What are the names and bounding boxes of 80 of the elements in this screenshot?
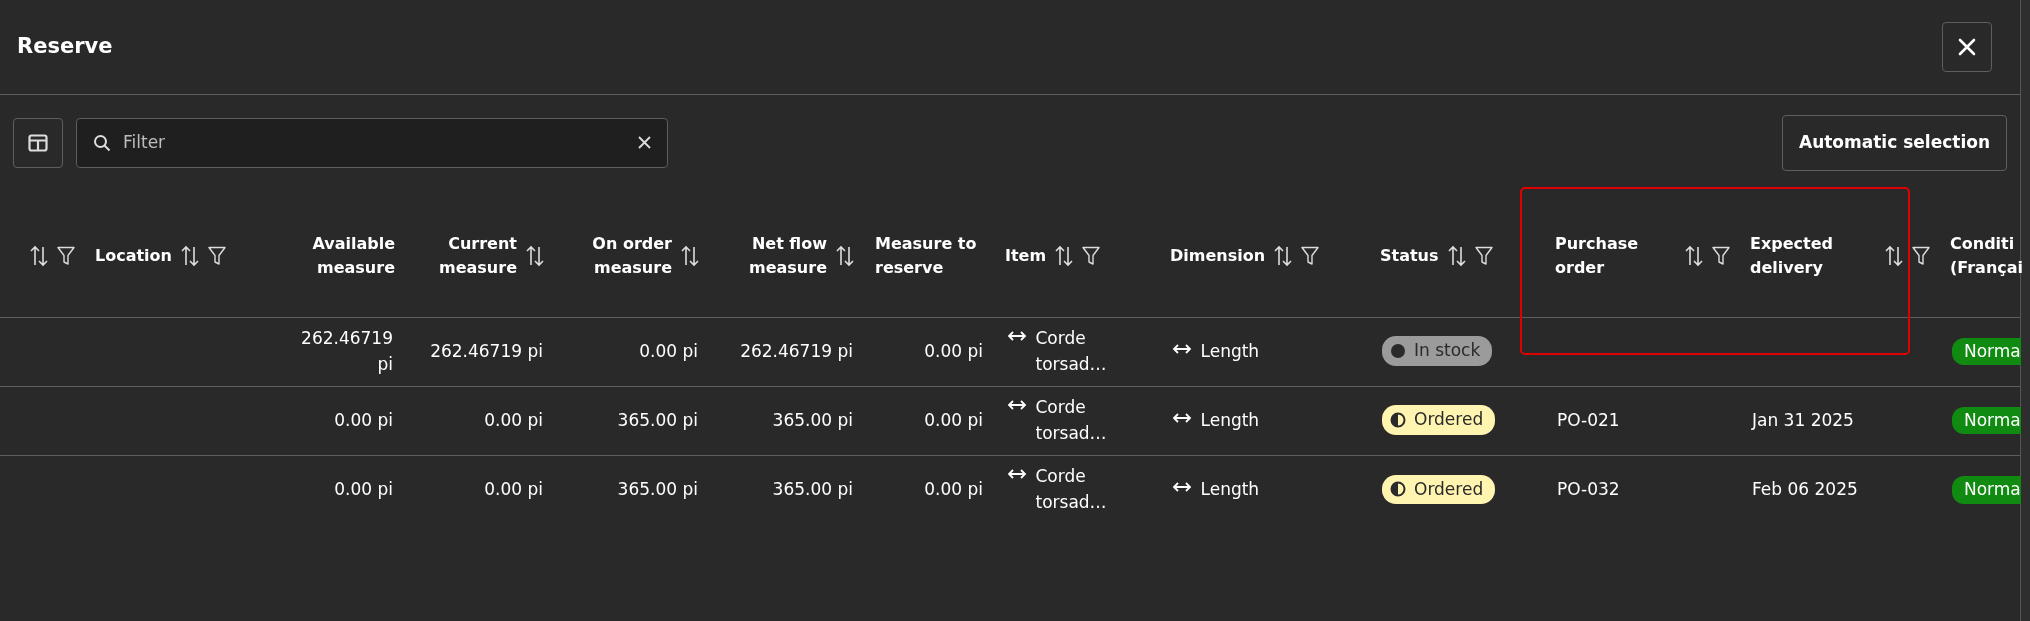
cell-text: PO-032: [1557, 479, 1620, 499]
sort-icon[interactable]: [1884, 244, 1904, 267]
status-badge: Ordered: [1382, 405, 1496, 435]
filter-icon[interactable]: [1712, 245, 1730, 266]
half-circle-icon: [1390, 481, 1406, 498]
double-arrow-icon: [1007, 399, 1027, 411]
column-header[interactable]: Conditi (Françai: [1950, 231, 2024, 280]
close-icon: [1958, 38, 1976, 56]
scrollbar[interactable]: [2020, 0, 2030, 621]
sort-icon[interactable]: [835, 244, 855, 267]
search-icon: [93, 133, 111, 152]
column-header[interactable]: Purchase order: [1555, 231, 1676, 280]
columns-button[interactable]: [13, 117, 63, 168]
clear-icon[interactable]: [638, 136, 651, 149]
item-text: Corde torsad…: [1035, 465, 1108, 514]
item-text: Corde torsad…: [1035, 327, 1108, 376]
condition-badge: Norma: [1952, 406, 2021, 435]
measure-value: 0.00 pi: [639, 340, 698, 361]
item-text: Corde torsad…: [1035, 396, 1108, 445]
close-button[interactable]: [1942, 22, 1992, 72]
item-text: Length: [1200, 478, 1260, 501]
cell-text: Feb 06 2025: [1752, 479, 1858, 499]
measure-value: 365.00 pi: [617, 479, 698, 499]
measure-value: 262.46719 pi: [301, 328, 393, 374]
filter-icon[interactable]: [1474, 245, 1493, 266]
column-header[interactable]: Available measure: [290, 231, 395, 280]
double-arrow-icon: [1172, 342, 1192, 355]
column-header[interactable]: Location: [95, 243, 172, 268]
double-arrow-icon: [1007, 330, 1027, 342]
sort-icon[interactable]: [525, 244, 545, 267]
measure-value: 0.00 pi: [924, 409, 983, 430]
sort-icon[interactable]: [1684, 244, 1704, 267]
measure-value: 365.00 pi: [617, 409, 698, 430]
condition-badge: Norma: [1952, 337, 2021, 366]
item-text: Length: [1200, 339, 1260, 363]
double-arrow-icon: [1007, 468, 1027, 481]
measure-value: 0.00 pi: [924, 340, 983, 361]
filter-icon[interactable]: [1301, 245, 1320, 266]
column-header[interactable]: Net flow measure: [720, 231, 827, 280]
cell-text: Jan 31 2025: [1752, 409, 1854, 430]
measure-value: 0.00 pi: [334, 409, 393, 430]
sort-icon[interactable]: [180, 244, 200, 267]
measure-value: 365.00 pi: [772, 409, 853, 430]
item-text: Length: [1200, 408, 1260, 432]
columns-icon: [28, 133, 48, 152]
sort-icon[interactable]: [1054, 244, 1075, 267]
measure-value: 365.00 pi: [772, 479, 853, 499]
filter-field[interactable]: Filter: [121, 128, 628, 157]
measure-value: 262.46719 pi: [740, 340, 853, 361]
filter-box[interactable]: Filter: [76, 117, 668, 168]
column-header[interactable]: Measure to reserve: [875, 231, 985, 280]
column-header[interactable]: Current measure: [415, 231, 517, 280]
sort-icon[interactable]: [1273, 244, 1294, 267]
filled-circle-icon: [1390, 343, 1406, 360]
filter-icon[interactable]: [208, 245, 226, 266]
double-arrow-icon: [1172, 481, 1192, 493]
condition-badge: Norma: [1952, 476, 2021, 504]
column-header[interactable]: Dimension: [1170, 243, 1266, 268]
half-circle-icon: [1390, 412, 1406, 429]
status-badge: Ordered: [1382, 474, 1496, 505]
measure-value: 0.00 pi: [484, 479, 543, 499]
measure-value: 0.00 pi: [924, 479, 983, 499]
automatic-selection-button[interactable]: Automatic selection: [1781, 114, 2007, 171]
measure-value: 0.00 pi: [334, 479, 393, 499]
measure-value: 262.46719 pi: [430, 340, 543, 361]
sort-icon[interactable]: [1446, 244, 1467, 267]
column-header[interactable]: Item: [1005, 243, 1047, 268]
cell-text: PO-021: [1557, 409, 1620, 430]
double-arrow-icon: [1172, 411, 1192, 424]
column-header[interactable]: Status: [1380, 243, 1439, 268]
sort-icon[interactable]: [29, 244, 49, 267]
dialog-title: Reserve: [17, 33, 113, 61]
sort-icon[interactable]: [680, 244, 700, 267]
column-header[interactable]: Expected delivery: [1750, 231, 1876, 280]
column-header[interactable]: On order measure: [565, 231, 672, 280]
filter-icon[interactable]: [57, 245, 75, 266]
filter-icon[interactable]: [1912, 245, 1930, 266]
filter-icon[interactable]: [1082, 245, 1101, 266]
measure-value: 0.00 pi: [484, 409, 543, 430]
status-badge: In stock: [1382, 336, 1493, 366]
